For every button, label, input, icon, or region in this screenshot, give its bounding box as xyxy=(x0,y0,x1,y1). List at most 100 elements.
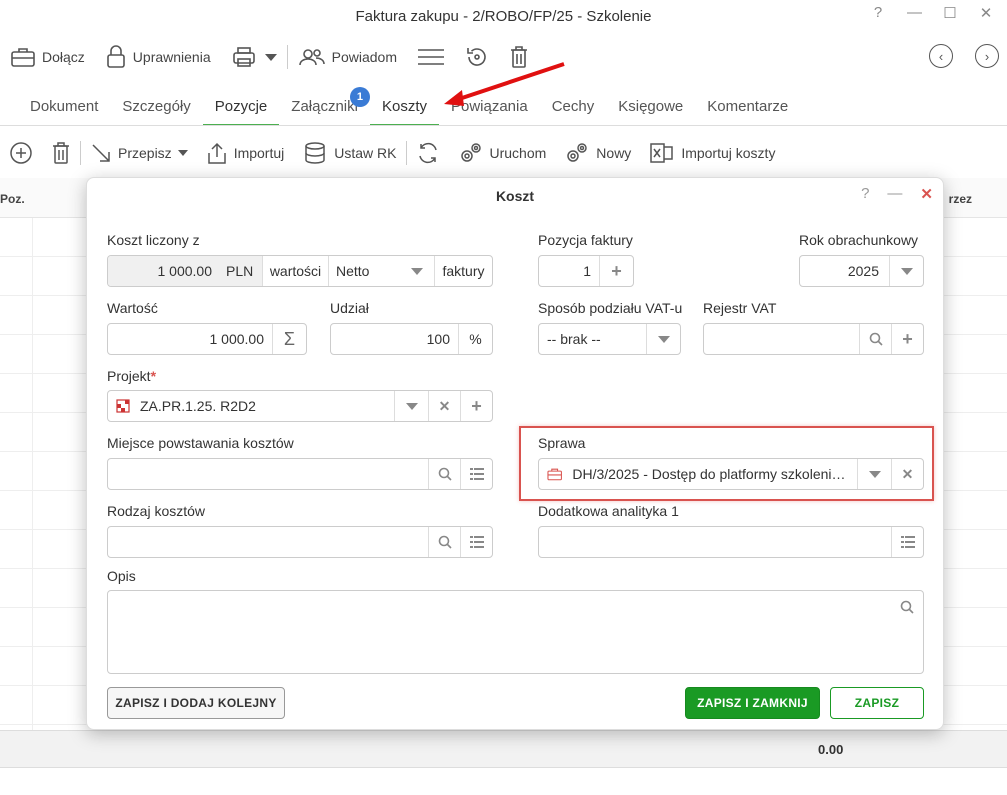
project-add-button[interactable]: + xyxy=(460,391,492,421)
minimize-button[interactable]: — xyxy=(907,4,922,22)
tab-ksiegowe[interactable]: Księgowe xyxy=(606,90,695,126)
attach-button[interactable]: Dołącz xyxy=(0,38,95,76)
set-rk-button[interactable]: Ustaw RK xyxy=(293,141,405,165)
basis-select[interactable]: Netto xyxy=(328,256,400,286)
close-button[interactable]: ✕ xyxy=(979,4,993,22)
annotation-arrow-icon xyxy=(444,62,565,106)
import-costs-label: Importuj koszty xyxy=(681,145,776,161)
save-and-add-button[interactable]: ZAPISZ I DODAJ KOLEJNY xyxy=(107,687,285,719)
set-rk-label: Ustaw RK xyxy=(334,145,397,161)
project-clear-button[interactable]: ✕ xyxy=(428,391,460,421)
run-button[interactable]: Uruchom xyxy=(449,141,556,165)
vat-split-dropdown[interactable] xyxy=(646,324,680,354)
column-divider xyxy=(32,218,33,768)
share-label: Udział xyxy=(330,300,369,316)
project-label-text: Projekt xyxy=(107,368,151,384)
description-label: Opis xyxy=(107,568,136,584)
cost-type-input[interactable] xyxy=(108,527,428,557)
cost-center-input[interactable] xyxy=(108,459,428,489)
vat-register-input[interactable] xyxy=(704,324,859,354)
search-icon xyxy=(438,467,452,481)
project-dropdown[interactable] xyxy=(394,391,428,421)
chevron-down-icon xyxy=(900,267,913,275)
remove-button[interactable] xyxy=(42,141,80,165)
dialog-help-button[interactable]: ? xyxy=(861,185,869,203)
invoice-position-add-button[interactable]: + xyxy=(599,256,633,286)
extra-analytics-field xyxy=(538,526,924,558)
plus-icon: + xyxy=(471,395,482,416)
vat-register-search-button[interactable] xyxy=(859,324,891,354)
chevron-right-icon: › xyxy=(984,48,990,64)
window-title: Faktura zakupu - 2/ROBO/FP/25 - Szkoleni… xyxy=(355,8,652,25)
cost-center-search-button[interactable] xyxy=(428,459,460,489)
gears-icon xyxy=(460,143,481,162)
vat-split-select[interactable]: -- brak -- xyxy=(538,323,681,355)
refresh-button[interactable] xyxy=(407,141,449,165)
sum-button[interactable]: Σ xyxy=(272,324,306,354)
tab-zalaczniki[interactable]: Załączniki 1 xyxy=(279,87,370,126)
permissions-button[interactable]: Uprawnienia xyxy=(95,38,221,76)
import-costs-button[interactable]: Importuj koszty xyxy=(640,141,784,165)
plus-circle-icon xyxy=(10,142,32,164)
vat-register-add-button[interactable]: + xyxy=(891,324,923,354)
chevron-down-icon xyxy=(405,402,418,410)
notify-label: Powiadom xyxy=(331,49,397,65)
grid-footer: 0.00 xyxy=(0,730,1007,768)
import-button[interactable]: Importuj xyxy=(197,141,294,165)
plus-icon: + xyxy=(611,260,622,281)
lock-icon xyxy=(106,45,125,68)
tab-pozycje[interactable]: Pozycje xyxy=(202,90,280,126)
basis-dropdown[interactable] xyxy=(400,256,434,286)
cost-center-list-button[interactable] xyxy=(460,459,492,489)
description-textarea[interactable] xyxy=(107,590,924,674)
next-button[interactable]: › xyxy=(975,44,999,68)
fiscal-year-select[interactable]: 2025 xyxy=(799,255,924,287)
help-button[interactable]: ? xyxy=(871,4,885,22)
tab-szczegoly[interactable]: Szczegóły xyxy=(110,90,202,126)
previous-button[interactable]: ‹ xyxy=(929,44,953,68)
column-header[interactable]: rzez xyxy=(949,192,972,206)
project-value-text: ZA.PR.1.25. R2D2 xyxy=(140,398,256,414)
tab-komentarze[interactable]: Komentarze xyxy=(695,90,800,126)
tab-dokument[interactable]: Dokument xyxy=(18,90,110,126)
position-column-header[interactable]: Poz. xyxy=(0,192,25,206)
chevron-left-icon: ‹ xyxy=(938,48,944,64)
cost-type-field xyxy=(107,526,493,558)
cost-from-amount: 1 000.00 xyxy=(108,256,220,286)
maximize-button[interactable]: ☐ xyxy=(943,4,957,22)
cost-type-label: Rodzaj kosztów xyxy=(107,503,206,519)
tab-label: Szczegóły xyxy=(122,98,191,115)
rewrite-button[interactable]: Przepisz xyxy=(81,142,197,164)
share-field: 100 % xyxy=(330,323,493,355)
project-select[interactable]: ZA.PR.1.25. R2D2 ✕ + xyxy=(107,390,493,422)
fiscal-year-dropdown[interactable] xyxy=(889,256,923,286)
case-clear-button[interactable]: ✕ xyxy=(891,459,923,489)
extra-analytics-input[interactable] xyxy=(539,527,891,557)
dialog-close-button[interactable]: ✕ xyxy=(920,185,933,203)
trash-icon xyxy=(53,142,69,164)
case-dropdown[interactable] xyxy=(857,459,891,489)
print-button[interactable] xyxy=(221,38,287,76)
cost-from-currency: PLN xyxy=(220,256,262,286)
case-select[interactable]: DH/3/2025 - Dostęp do platformy szkoleni… xyxy=(538,458,924,490)
value-input[interactable]: 1 000.00 xyxy=(108,324,272,354)
search-icon xyxy=(869,332,883,346)
description-search-button[interactable] xyxy=(891,591,923,673)
vat-register-field: + xyxy=(703,323,924,355)
cost-dialog: Koszt ? — ✕ Koszt liczony z 1 000.00 PLN… xyxy=(86,177,944,730)
add-button[interactable] xyxy=(0,141,42,165)
upload-icon xyxy=(207,142,226,164)
save-button[interactable]: ZAPISZ xyxy=(830,687,924,719)
tab-koszty[interactable]: Koszty xyxy=(369,90,439,126)
cost-type-search-button[interactable] xyxy=(428,527,460,557)
plus-icon: + xyxy=(902,328,913,349)
extra-analytics-list-button[interactable] xyxy=(891,527,923,557)
save-and-close-button[interactable]: ZAPISZ I ZAMKNIJ xyxy=(685,687,820,719)
dialog-minimize-button[interactable]: — xyxy=(887,185,902,203)
new-button[interactable]: Nowy xyxy=(555,141,640,165)
notify-button[interactable]: Powiadom xyxy=(288,38,407,76)
invoice-position-input[interactable]: 1 xyxy=(539,256,599,286)
share-unit: % xyxy=(458,324,492,354)
cost-type-list-button[interactable] xyxy=(460,527,492,557)
share-input[interactable]: 100 xyxy=(331,324,458,354)
